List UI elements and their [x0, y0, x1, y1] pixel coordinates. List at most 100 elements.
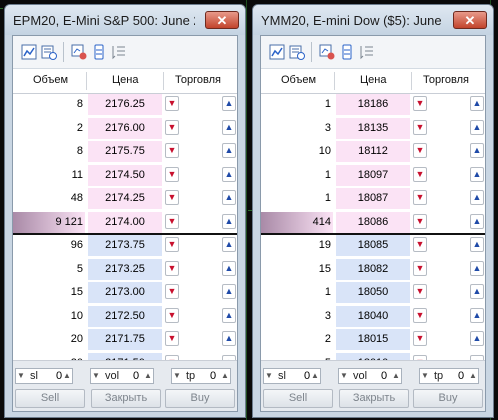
- sell-limit-chevron-down-icon[interactable]: ▼: [413, 284, 427, 299]
- sell-limit-chevron-down-icon[interactable]: ▼: [413, 166, 427, 182]
- sell-limit-chevron-down-icon[interactable]: ▼: [413, 96, 427, 111]
- sell-limit-chevron-down-icon[interactable]: ▼: [165, 119, 179, 135]
- buy-limit-chevron-up-icon[interactable]: ▲: [222, 307, 236, 323]
- price-cell[interactable]: 2173.75: [88, 235, 162, 256]
- sort-icon[interactable]: [359, 44, 375, 60]
- sell-limit-chevron-down-icon[interactable]: ▼: [165, 260, 179, 276]
- window-titlebar[interactable]: YMM20, E-mini Dow ($5): June 2... ✕: [253, 5, 493, 35]
- buy-limit-chevron-up-icon[interactable]: ▲: [222, 96, 236, 111]
- volume-stepper[interactable]: ▼ vol 0 ▲: [338, 368, 402, 384]
- price-cell[interactable]: 2174.00: [88, 211, 162, 233]
- buy-limit-chevron-up-icon[interactable]: ▲: [470, 284, 484, 299]
- decrease-icon[interactable]: ▼: [172, 369, 182, 383]
- increase-icon[interactable]: ▲: [468, 369, 478, 383]
- price-cell[interactable]: 18040: [336, 305, 410, 327]
- buy-limit-chevron-up-icon[interactable]: ▲: [222, 260, 236, 276]
- time-sales-icon[interactable]: [289, 44, 305, 60]
- increase-icon[interactable]: ▲: [62, 369, 72, 383]
- price-cell[interactable]: 18186: [336, 94, 410, 115]
- price-cell[interactable]: 2172.50: [88, 305, 162, 327]
- tp-value[interactable]: 0: [210, 369, 216, 383]
- chart-icon[interactable]: [269, 44, 285, 60]
- sort-icon[interactable]: [111, 44, 127, 60]
- buy-button[interactable]: Buy: [165, 389, 235, 408]
- price-cell[interactable]: 2173.25: [88, 258, 162, 280]
- buy-limit-chevron-up-icon[interactable]: ▲: [222, 237, 236, 252]
- price-cell[interactable]: 18112: [336, 141, 410, 162]
- chart-icon[interactable]: [21, 44, 37, 60]
- sell-limit-chevron-down-icon[interactable]: ▼: [165, 284, 179, 299]
- vol-value[interactable]: 0: [133, 369, 139, 383]
- buy-button[interactable]: Buy: [413, 389, 483, 408]
- close-window-button[interactable]: ✕: [205, 11, 239, 29]
- price-cell[interactable]: 18097: [336, 164, 410, 186]
- price-cell[interactable]: 18082: [336, 258, 410, 280]
- price-cell[interactable]: 2171.75: [88, 329, 162, 350]
- sell-button[interactable]: Sell: [15, 389, 85, 408]
- price-cell[interactable]: 18086: [336, 211, 410, 233]
- sell-limit-chevron-down-icon[interactable]: ▼: [413, 331, 427, 346]
- sell-limit-chevron-down-icon[interactable]: ▼: [165, 307, 179, 323]
- decrease-icon[interactable]: ▼: [16, 369, 26, 383]
- sell-limit-chevron-down-icon[interactable]: ▼: [413, 190, 427, 205]
- decrease-icon[interactable]: ▼: [420, 369, 430, 383]
- sell-limit-chevron-down-icon[interactable]: ▼: [413, 307, 427, 323]
- sell-limit-chevron-down-icon[interactable]: ▼: [165, 237, 179, 252]
- price-cell[interactable]: 18135: [336, 117, 410, 139]
- vol-value[interactable]: 0: [381, 369, 387, 383]
- price-cell[interactable]: 2176.00: [88, 117, 162, 139]
- buy-limit-chevron-up-icon[interactable]: ▲: [470, 307, 484, 323]
- sell-button[interactable]: Sell: [263, 389, 333, 408]
- decrease-icon[interactable]: ▼: [339, 369, 349, 383]
- one-click-trading-icon[interactable]: [319, 44, 335, 60]
- sell-limit-chevron-down-icon[interactable]: ▼: [413, 119, 427, 135]
- price-cell[interactable]: 2175.75: [88, 141, 162, 162]
- sell-limit-chevron-down-icon[interactable]: ▼: [165, 143, 179, 158]
- buy-limit-chevron-up-icon[interactable]: ▲: [470, 119, 484, 135]
- buy-limit-chevron-up-icon[interactable]: ▲: [222, 331, 236, 346]
- buy-limit-chevron-up-icon[interactable]: ▲: [470, 331, 484, 346]
- close-position-button[interactable]: Закрыть: [91, 389, 161, 408]
- price-cell[interactable]: 18015: [336, 329, 410, 350]
- sell-limit-chevron-down-icon[interactable]: ▼: [413, 237, 427, 252]
- sell-limit-chevron-down-icon[interactable]: ▼: [413, 213, 427, 229]
- sl-stepper[interactable]: ▼ sl 0 ▲: [263, 368, 321, 384]
- tp-stepper[interactable]: ▼ tp 0 ▲: [171, 368, 231, 384]
- increase-icon[interactable]: ▲: [143, 369, 153, 383]
- increase-icon[interactable]: ▲: [391, 369, 401, 383]
- buy-limit-chevron-up-icon[interactable]: ▲: [222, 213, 236, 229]
- volume-icon[interactable]: [91, 44, 107, 60]
- time-sales-icon[interactable]: [41, 44, 57, 60]
- increase-icon[interactable]: ▲: [220, 369, 230, 383]
- buy-limit-chevron-up-icon[interactable]: ▲: [470, 237, 484, 252]
- volume-stepper[interactable]: ▼ vol 0 ▲: [90, 368, 154, 384]
- sell-limit-chevron-down-icon[interactable]: ▼: [413, 260, 427, 276]
- price-cell[interactable]: 2173.00: [88, 282, 162, 303]
- one-click-trading-icon[interactable]: [71, 44, 87, 60]
- sell-limit-chevron-down-icon[interactable]: ▼: [165, 331, 179, 346]
- volume-icon[interactable]: [339, 44, 355, 60]
- sell-limit-chevron-down-icon[interactable]: ▼: [165, 96, 179, 111]
- sell-limit-chevron-down-icon[interactable]: ▼: [165, 213, 179, 229]
- buy-limit-chevron-up-icon[interactable]: ▲: [222, 284, 236, 299]
- decrease-icon[interactable]: ▼: [264, 369, 274, 383]
- buy-limit-chevron-up-icon[interactable]: ▲: [470, 190, 484, 205]
- buy-limit-chevron-up-icon[interactable]: ▲: [470, 213, 484, 229]
- price-cell[interactable]: 18087: [336, 188, 410, 209]
- buy-limit-chevron-up-icon[interactable]: ▲: [470, 143, 484, 158]
- buy-limit-chevron-up-icon[interactable]: ▲: [222, 143, 236, 158]
- buy-limit-chevron-up-icon[interactable]: ▲: [222, 119, 236, 135]
- buy-limit-chevron-up-icon[interactable]: ▲: [470, 166, 484, 182]
- buy-limit-chevron-up-icon[interactable]: ▲: [470, 96, 484, 111]
- tp-value[interactable]: 0: [458, 369, 464, 383]
- window-titlebar[interactable]: EPM20, E-Mini S&P 500: June 20... ✕: [5, 5, 245, 35]
- price-cell[interactable]: 2174.50: [88, 164, 162, 186]
- close-window-button[interactable]: ✕: [453, 11, 487, 29]
- price-cell[interactable]: 2176.25: [88, 94, 162, 115]
- tp-stepper[interactable]: ▼ tp 0 ▲: [419, 368, 479, 384]
- price-cell[interactable]: 18050: [336, 282, 410, 303]
- price-cell[interactable]: 18085: [336, 235, 410, 256]
- buy-limit-chevron-up-icon[interactable]: ▲: [222, 166, 236, 182]
- increase-icon[interactable]: ▲: [310, 369, 320, 383]
- decrease-icon[interactable]: ▼: [91, 369, 101, 383]
